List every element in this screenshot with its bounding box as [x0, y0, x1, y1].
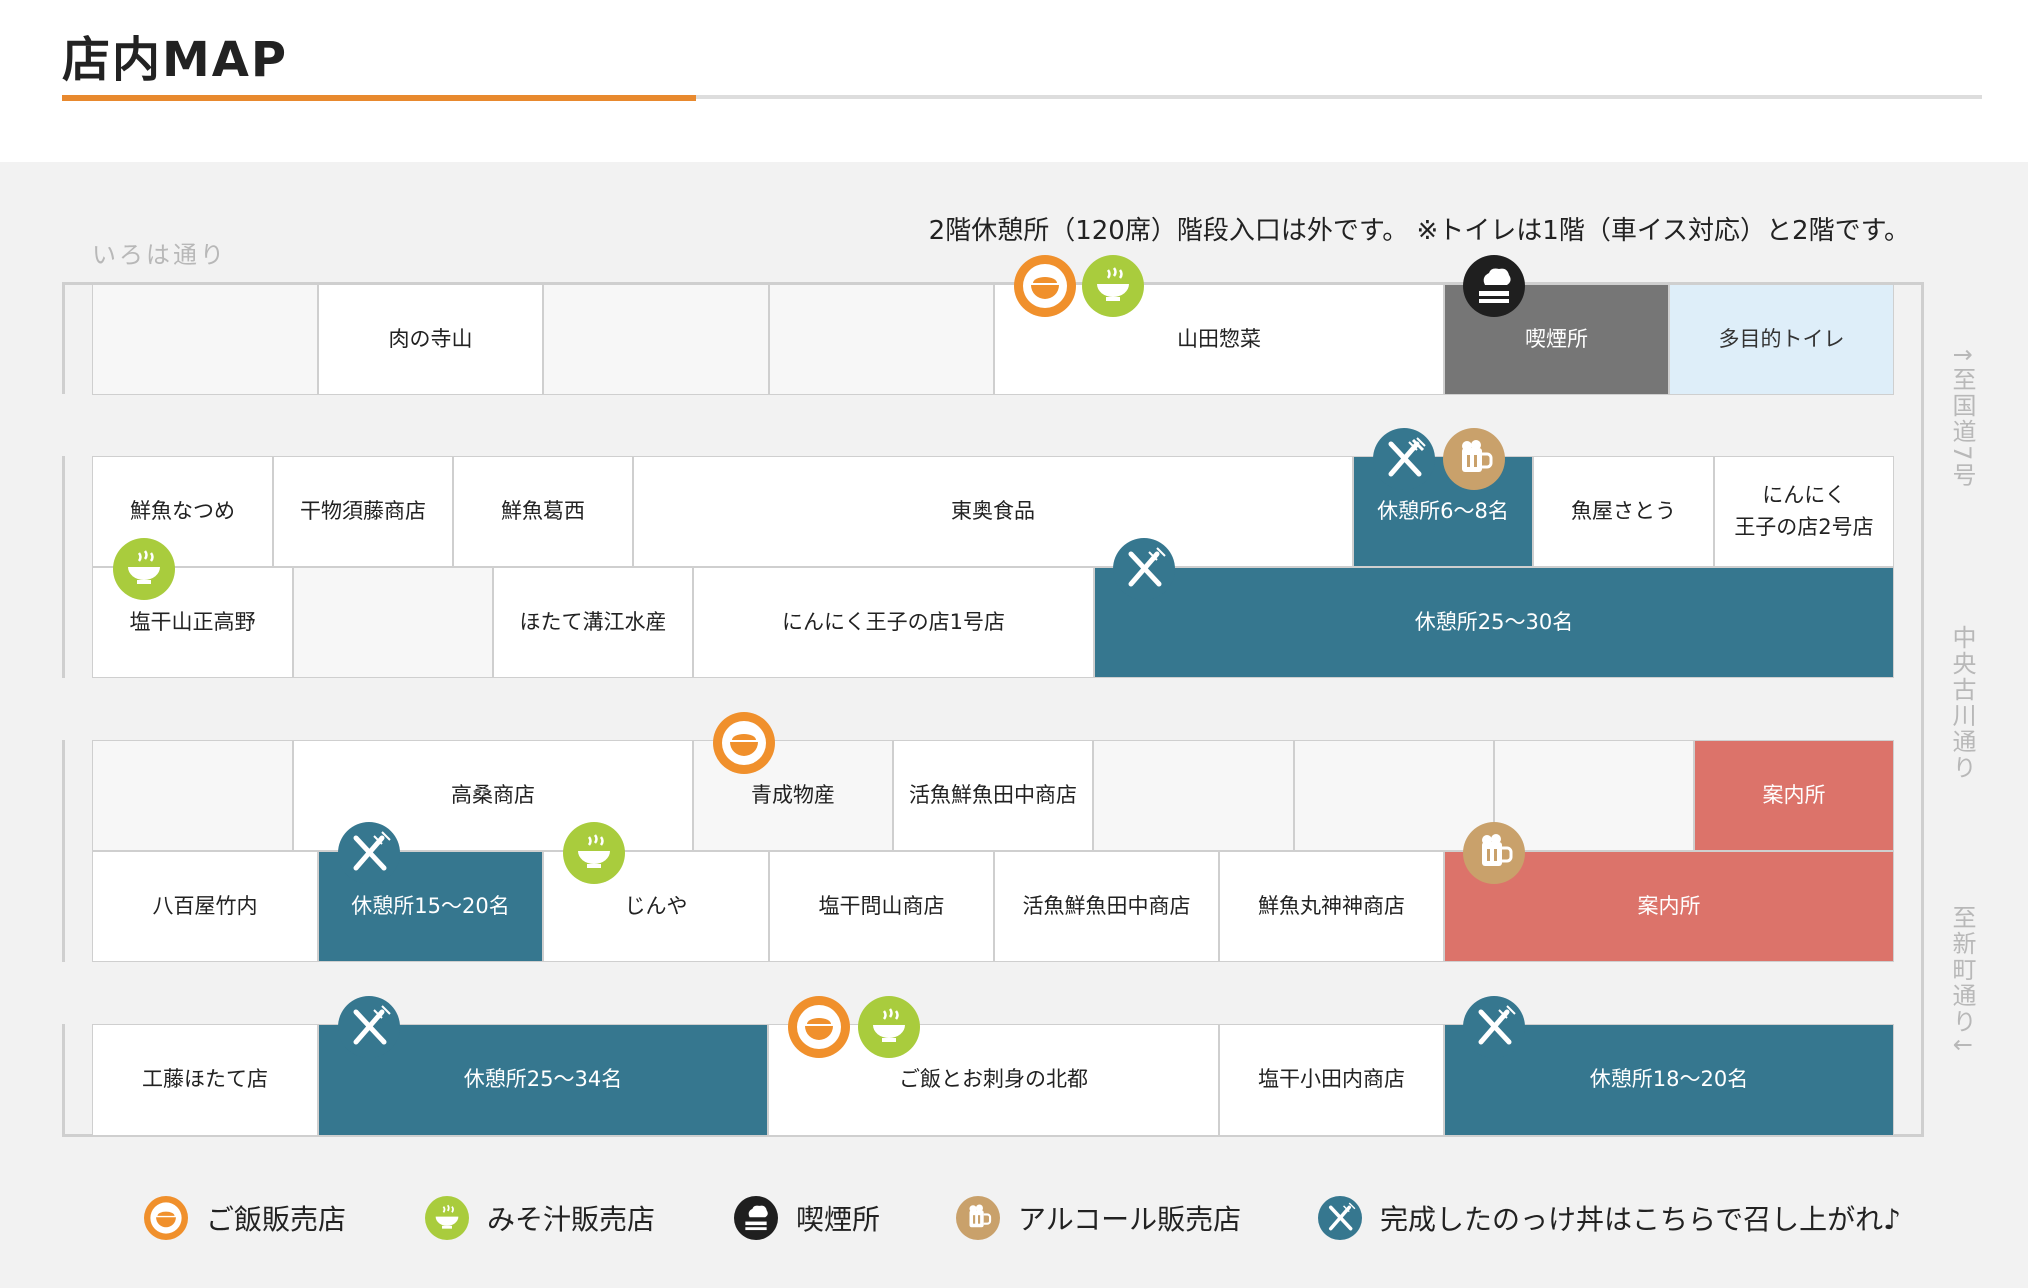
- miso-soup-icon: [858, 996, 920, 1058]
- rest-area[interactable]: 休憩所25〜30名: [1094, 567, 1894, 678]
- legend-item: ご飯販売店: [144, 1196, 346, 1240]
- stall[interactable]: ほたて溝江水産: [493, 567, 693, 678]
- miso-soup-icon: [1082, 255, 1144, 317]
- legend-label: 完成したのっけ丼はこちらで召し上がれ♪: [1380, 1203, 1902, 1236]
- page-title: 店内MAP: [62, 32, 289, 88]
- fork-knife-icon: [1463, 996, 1525, 1058]
- stall[interactable]: [92, 740, 293, 851]
- street-label-route7: ↑至国道7号: [1948, 345, 1976, 489]
- fork-knife-icon: [1373, 428, 1435, 490]
- fork-knife-icon: [1318, 1196, 1362, 1240]
- rice-bowl-icon: [1014, 255, 1076, 317]
- street-label-shinmachi: 至新町通り↓: [1948, 905, 1976, 1058]
- wall-left-2: [62, 456, 65, 678]
- stall[interactable]: 東奥食品: [633, 456, 1353, 567]
- accessible-toilet[interactable]: 多目的トイレ: [1669, 284, 1894, 395]
- notice-text: 2階休憩所（120席）階段入口は外です。 ※トイレは1階（車イス対応）と2階です…: [928, 216, 1910, 246]
- miso-soup-icon: [563, 822, 625, 884]
- stall[interactable]: 塩干小田内商店: [1219, 1024, 1444, 1136]
- beer-mug-icon: [1443, 428, 1505, 490]
- wall-left-1: [62, 282, 65, 394]
- legend-label: アルコール販売店: [1018, 1203, 1242, 1236]
- wall-left-4: [62, 1024, 65, 1136]
- title-underline-accent: [62, 95, 696, 101]
- legend-item: みそ汁販売店: [425, 1196, 655, 1240]
- stall[interactable]: 肉の寺山: [318, 284, 543, 395]
- stall[interactable]: 魚屋さとう: [1533, 456, 1714, 567]
- stall[interactable]: [769, 284, 994, 395]
- stall[interactable]: にんにく 王子の店2号店: [1714, 456, 1894, 567]
- fork-knife-icon: [338, 996, 400, 1058]
- stall[interactable]: 鮮魚丸神神商店: [1219, 851, 1444, 962]
- legend-label: 喫煙所: [796, 1203, 881, 1236]
- stall[interactable]: 活魚鮮魚田中商店: [994, 851, 1219, 962]
- stall[interactable]: 八百屋竹内: [92, 851, 318, 962]
- rice-bowl-icon: [788, 996, 850, 1058]
- wall-right: [1921, 282, 1924, 1137]
- legend-item: 喫煙所: [734, 1196, 880, 1240]
- rice-bowl-icon: [713, 712, 775, 774]
- fork-knife-icon: [338, 822, 400, 884]
- stall[interactable]: にんにく王子の店1号店: [693, 567, 1094, 678]
- wall-left-3: [62, 740, 65, 962]
- legend-label: ご飯販売店: [206, 1203, 347, 1236]
- miso-soup-icon: [425, 1196, 469, 1240]
- street-label-chuo-furukawa: 中央古川通り: [1948, 625, 1976, 781]
- legend-label: みそ汁販売店: [487, 1203, 656, 1236]
- street-label-iroha: いろは通り: [92, 241, 227, 269]
- legend-item: 完成したのっけ丼はこちらで召し上がれ♪: [1318, 1196, 1901, 1240]
- stall[interactable]: [543, 284, 769, 395]
- miso-soup-icon: [113, 538, 175, 600]
- stall[interactable]: 活魚鮮魚田中商店: [893, 740, 1093, 851]
- stall[interactable]: 干物須藤商店: [273, 456, 453, 567]
- legend-item: アルコール販売店: [956, 1196, 1241, 1240]
- beer-mug-icon: [956, 1196, 1000, 1240]
- stall[interactable]: 塩干問山商店: [769, 851, 994, 962]
- information-desk[interactable]: 案内所: [1694, 740, 1894, 851]
- beer-mug-icon: [1463, 822, 1525, 884]
- stall[interactable]: [293, 567, 493, 678]
- stall[interactable]: [92, 284, 318, 395]
- rice-bowl-icon: [144, 1196, 188, 1240]
- stall[interactable]: [1093, 740, 1294, 851]
- smoking-icon: [734, 1196, 778, 1240]
- smoking-icon: [1463, 255, 1525, 317]
- stall[interactable]: 鮮魚葛西: [453, 456, 633, 567]
- stall[interactable]: 工藤ほたて店: [92, 1024, 318, 1136]
- fork-knife-icon: [1113, 538, 1175, 600]
